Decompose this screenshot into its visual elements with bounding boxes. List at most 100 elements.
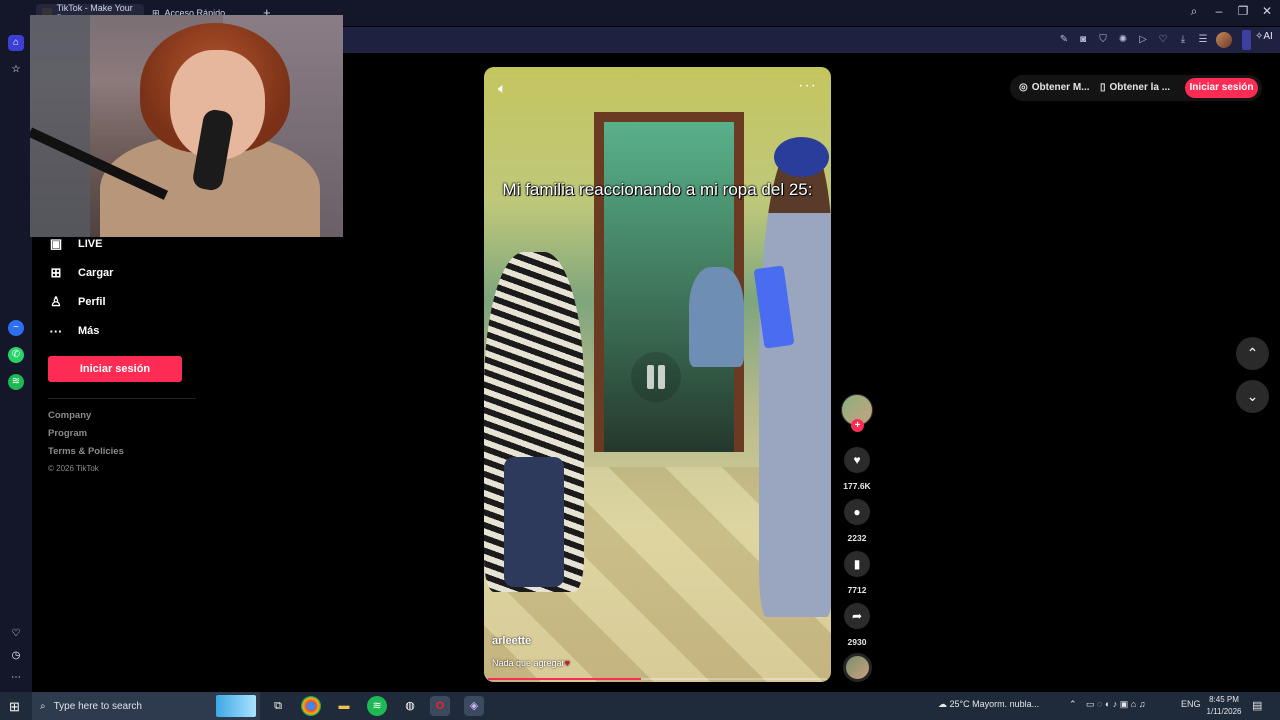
- share-button[interactable]: ➦: [844, 603, 870, 629]
- opera-gx-icon[interactable]: ◈: [464, 696, 484, 716]
- divider: [48, 398, 196, 399]
- footer-link-company[interactable]: Company: [48, 410, 91, 421]
- heart-icon[interactable]: ♡: [8, 626, 24, 642]
- comment-count: 2232: [847, 533, 867, 543]
- progress-fill: [488, 678, 641, 680]
- live-icon: ▣: [49, 236, 63, 251]
- history-icon[interactable]: ◷: [8, 648, 24, 664]
- play-icon[interactable]: ▷: [1137, 34, 1149, 46]
- video-progress[interactable]: [488, 678, 827, 680]
- search-tabs-icon[interactable]: ⌕: [1185, 4, 1203, 19]
- volume-icon[interactable]: 🔈︎: [498, 80, 506, 97]
- chrome-icon[interactable]: [301, 696, 321, 716]
- video-description: Nada que agregar♥: [492, 658, 570, 668]
- menu-icon[interactable]: ☰: [1197, 34, 1209, 46]
- get-coins-label: Obtener M...: [1031, 82, 1090, 93]
- video-author[interactable]: arleette: [492, 635, 531, 647]
- taskbar-clock[interactable]: 8:45 PM 1/11/2026: [1204, 694, 1244, 718]
- get-app-button[interactable]: ▯ Obtener la ...: [1100, 82, 1170, 93]
- footer-link-terms[interactable]: Terms & Policies: [48, 446, 124, 457]
- nav-label: Más: [78, 325, 100, 337]
- nav-label: LIVE: [78, 238, 103, 250]
- obs-icon[interactable]: ◍: [400, 696, 420, 716]
- upload-icon: ⊞: [50, 265, 62, 280]
- cloud-icon: ☁: [938, 699, 947, 709]
- language-indicator[interactable]: ENG: [1181, 699, 1201, 709]
- opera-icon[interactable]: O: [430, 696, 450, 716]
- share-icon: ➦: [851, 609, 863, 623]
- top-login-button[interactable]: Iniciar sesión: [1185, 78, 1258, 98]
- video-scene-person: [504, 457, 564, 587]
- tray-icons[interactable]: ▭ ◌ ◐ ♪ ▣ ⌂ ♫: [1086, 699, 1145, 710]
- star-icon[interactable]: ☆: [8, 62, 24, 78]
- next-video-button[interactable]: ⌄: [1236, 380, 1269, 413]
- footer-link-program[interactable]: Program: [48, 428, 87, 439]
- video-player[interactable]: Mi familia reaccionando a mi ropa del 25…: [484, 67, 831, 682]
- video-caption: Mi familia reaccionando a mi ropa del 25…: [502, 180, 813, 199]
- like-button[interactable]: ♥: [844, 447, 870, 473]
- video-scene-person: [689, 267, 744, 367]
- heart-icon: ♥: [853, 453, 861, 467]
- weather-widget[interactable]: ☁ 25°C Mayorm. nubla...: [938, 699, 1039, 710]
- ai-label: AI: [1263, 31, 1273, 42]
- sound-disc[interactable]: [843, 653, 872, 682]
- download-icon[interactable]: ⤓: [1177, 34, 1189, 46]
- home-icon[interactable]: ⌂: [8, 35, 24, 51]
- nav-item-more[interactable]: ··· Más: [48, 323, 100, 339]
- comment-icon: ●: [853, 505, 861, 519]
- more-options-icon[interactable]: ···: [798, 77, 817, 95]
- more-icon: ···: [49, 323, 63, 339]
- search-icon: ⌕: [40, 700, 46, 712]
- taskbar: ⊞ ⌕ Type here to search ⧉ ▬ ≋ ◍ O ◈ ☁ 25…: [0, 692, 1280, 720]
- nav-item-profile[interactable]: ♙ Perfil: [48, 294, 106, 310]
- windows-start-icon[interactable]: ⊞: [9, 699, 20, 715]
- nav-label: Perfil: [78, 296, 106, 308]
- save-button[interactable]: ▮: [844, 551, 870, 577]
- clock-date: 1/11/2026: [1206, 707, 1242, 716]
- taskbar-search[interactable]: ⌕ Type here to search: [32, 692, 260, 720]
- previous-video-button[interactable]: ⌃: [1236, 337, 1269, 370]
- description-text: Nada que agregar: [492, 658, 565, 668]
- get-coins-button[interactable]: ◎ Obtener M...: [1019, 82, 1090, 93]
- profile-icon: ♙: [50, 294, 62, 309]
- coin-icon: ◎: [1019, 82, 1028, 93]
- share-count: 2930: [847, 637, 867, 647]
- whatsapp-icon[interactable]: ✆: [8, 347, 24, 363]
- notification-icon[interactable]: ▤: [1252, 699, 1262, 712]
- video-scene-cap: [774, 137, 829, 177]
- ai-button[interactable]: ✧AI: [1255, 31, 1273, 42]
- close-icon[interactable]: ✕: [1258, 4, 1276, 18]
- nav-label: Cargar: [78, 267, 114, 279]
- spotify-icon[interactable]: ≋: [367, 696, 387, 716]
- edit-icon[interactable]: ✎: [1058, 34, 1070, 46]
- tray-chevron-icon[interactable]: ⌃: [1069, 699, 1077, 710]
- minimize-icon[interactable]: –: [1210, 4, 1228, 18]
- nav-item-live[interactable]: ▣ LIVE: [48, 236, 103, 252]
- heart-emoji: ♥: [564, 658, 570, 668]
- chevron-up-icon: ⌃: [1246, 345, 1259, 361]
- restore-icon[interactable]: ❐: [1234, 4, 1252, 18]
- like-count: 177.6K: [843, 481, 871, 491]
- profile-avatar[interactable]: [1216, 32, 1232, 48]
- chair: [30, 15, 90, 237]
- bookmark-icon: ▮: [853, 557, 861, 571]
- comment-button[interactable]: ●: [844, 499, 870, 525]
- more-icon[interactable]: ⋯: [8, 670, 24, 686]
- shield-icon[interactable]: ⛉: [1097, 34, 1109, 46]
- heart-icon[interactable]: ♡: [1157, 34, 1169, 46]
- task-view-icon[interactable]: ⧉: [268, 696, 288, 716]
- pause-icon[interactable]: [631, 352, 681, 402]
- phone-icon: ▯: [1100, 82, 1106, 93]
- follow-plus-icon[interactable]: +: [851, 419, 864, 432]
- copyright: © 2026 TikTok: [48, 464, 99, 473]
- vpn-icon[interactable]: ✺: [1117, 34, 1129, 46]
- camera-icon[interactable]: ◙: [1077, 34, 1089, 46]
- weather-text: 25°C Mayorm. nubla...: [949, 699, 1040, 709]
- video-scene-person: [759, 147, 831, 617]
- sidebar-login-button[interactable]: Iniciar sesión: [48, 356, 182, 382]
- messenger-icon[interactable]: ~: [8, 320, 24, 336]
- nav-item-upload[interactable]: ⊞ Cargar: [48, 265, 114, 281]
- spotify-icon[interactable]: ≋: [8, 374, 24, 390]
- webcam-overlay: [30, 15, 343, 237]
- file-explorer-icon[interactable]: ▬: [334, 696, 354, 716]
